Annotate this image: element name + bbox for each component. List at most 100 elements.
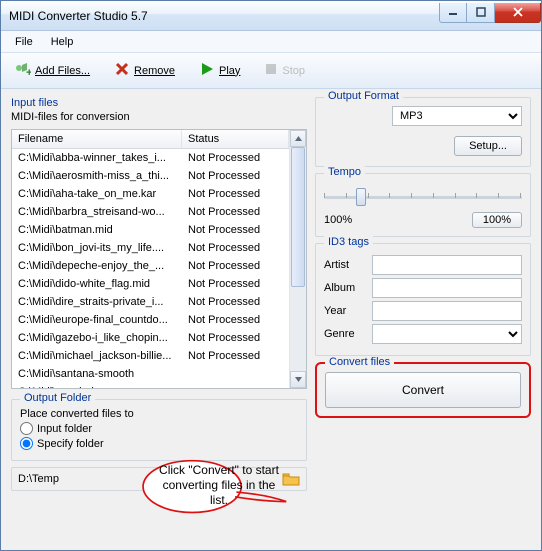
cell-filename: C:\Midi\aerosmith-miss_a_thi...	[12, 167, 182, 185]
cell-filename: C:\Midi\dire_straits-private_i...	[12, 293, 182, 311]
tempo-thumb[interactable]	[356, 188, 366, 206]
output-path: D:\Temp	[18, 473, 278, 485]
menubar: File Help	[1, 31, 541, 53]
cell-status: Not Processed	[182, 185, 289, 203]
play-button[interactable]: Play	[193, 58, 246, 83]
toolbar: + Add Files... Remove Play Stop	[1, 53, 541, 89]
cell-filename: C:\Midi\aha-take_on_me.kar	[12, 185, 182, 203]
radio-specify-folder[interactable]: Specify folder	[20, 437, 298, 450]
table-row[interactable]: C:\Midi\barbra_streisand-wo...Not Proces…	[12, 203, 289, 221]
table-row[interactable]: C:\Midi\michael_jackson-billie...Not Pro…	[12, 347, 289, 365]
scroll-thumb[interactable]	[291, 147, 305, 287]
cell-filename: C:\Midi\dido-white_flag.mid	[12, 275, 182, 293]
scroll-down-icon[interactable]	[290, 371, 306, 388]
menu-help[interactable]: Help	[43, 34, 82, 50]
table-row[interactable]: C:\Midi\europe-final_countdo...Not Proce…	[12, 311, 289, 329]
file-list[interactable]: Filename Status C:\Midi\abba-winner_take…	[11, 129, 307, 389]
album-field[interactable]	[372, 278, 522, 298]
convert-title: Convert files	[325, 356, 394, 368]
stop-label: Stop	[282, 65, 305, 77]
play-label: Play	[219, 65, 240, 77]
table-row[interactable]: C:\Midi\depeche-enjoy_the_...Not Process…	[12, 257, 289, 275]
tempo-reset-button[interactable]: 100%	[472, 212, 522, 228]
cell-status	[182, 383, 289, 388]
minimize-button[interactable]	[439, 3, 467, 23]
cell-status: Not Processed	[182, 293, 289, 311]
stop-button[interactable]: Stop	[258, 59, 311, 82]
convert-button[interactable]: Convert	[325, 372, 521, 408]
stop-icon	[264, 62, 278, 79]
remove-button[interactable]: Remove	[108, 58, 181, 83]
cell-status: Not Processed	[182, 221, 289, 239]
genre-select[interactable]	[372, 324, 522, 344]
col-status[interactable]: Status	[182, 130, 289, 148]
cell-filename: C:\Midi\barbra_streisand-wo...	[12, 203, 182, 221]
cell-filename: C:\Midi\santana-smooth	[12, 365, 182, 383]
cell-filename: C:\Midi\michael_jackson-billie...	[12, 347, 182, 365]
cell-status: Not Processed	[182, 257, 289, 275]
table-row[interactable]: C:\Midi\gazebo-i_like_chopin...Not Proce…	[12, 329, 289, 347]
remove-icon	[114, 61, 130, 80]
cell-status: Not Processed	[182, 239, 289, 257]
cell-filename: C:\Midi\gazebo-i_like_chopin...	[12, 329, 182, 347]
cell-status: Not Processed	[182, 311, 289, 329]
tempo-group: Tempo 100% 100%	[315, 173, 531, 237]
add-files-label: Add Files...	[35, 65, 90, 77]
cell-status: Not Processed	[182, 329, 289, 347]
play-icon	[199, 61, 215, 80]
cell-status	[182, 365, 289, 383]
place-converted-label: Place converted files to	[20, 408, 298, 420]
list-scrollbar[interactable]	[289, 130, 306, 388]
output-format-title: Output Format	[324, 90, 403, 102]
titlebar: MIDI Converter Studio 5.7	[1, 1, 541, 31]
convert-group: Convert files Convert	[315, 362, 531, 418]
cell-status: Not Processed	[182, 275, 289, 293]
cell-status: Not Processed	[182, 149, 289, 167]
browse-folder-button[interactable]	[282, 472, 300, 486]
tempo-slider[interactable]	[324, 186, 522, 208]
artist-label: Artist	[324, 259, 366, 271]
input-files-title: Input files	[11, 97, 307, 109]
tempo-value: 100%	[324, 214, 352, 226]
radio-input-folder[interactable]: Input folder	[20, 422, 298, 435]
table-row[interactable]: C:\Midi\aerosmith-miss_a_thi...Not Proce…	[12, 167, 289, 185]
scroll-up-icon[interactable]	[290, 130, 306, 147]
cell-filename: C:\Midi\abba-winner_takes_i...	[12, 149, 182, 167]
table-row[interactable]: C:\Midi\abba-winner_takes_i...Not Proces…	[12, 149, 289, 167]
cell-filename: C:\Midi\bon_jovi-its_my_life....	[12, 239, 182, 257]
col-filename[interactable]: Filename	[12, 130, 182, 148]
output-folder-title: Output Folder	[20, 392, 95, 404]
close-button[interactable]	[495, 3, 541, 23]
cell-filename: C:\Midi\europe-final_countdo...	[12, 311, 182, 329]
table-row[interactable]: C:\Midi\dido-white_flag.midNot Processed	[12, 275, 289, 293]
output-folder-group: Output Folder Place converted files to I…	[11, 399, 307, 461]
cell-filename: C:\Midi\sugababes-	[12, 383, 182, 388]
table-row[interactable]: C:\Midi\dire_straits-private_i...Not Pro…	[12, 293, 289, 311]
cell-status: Not Processed	[182, 203, 289, 221]
table-row[interactable]: C:\Midi\batman.midNot Processed	[12, 221, 289, 239]
add-files-icon: +	[13, 60, 31, 81]
input-files-subtitle: MIDI-files for conversion	[11, 111, 307, 123]
year-label: Year	[324, 305, 366, 317]
remove-label: Remove	[134, 65, 175, 77]
output-format-group: Output Format MP3 Setup...	[315, 97, 531, 167]
add-files-button[interactable]: + Add Files...	[7, 57, 96, 84]
setup-button[interactable]: Setup...	[454, 136, 522, 156]
maximize-button[interactable]	[467, 3, 495, 23]
table-row[interactable]: C:\Midi\bon_jovi-its_my_life....Not Proc…	[12, 239, 289, 257]
id3-title: ID3 tags	[324, 236, 373, 248]
table-row[interactable]: C:\Midi\aha-take_on_me.karNot Processed	[12, 185, 289, 203]
tempo-title: Tempo	[324, 166, 365, 178]
cell-filename: C:\Midi\depeche-enjoy_the_...	[12, 257, 182, 275]
year-field[interactable]	[372, 301, 522, 321]
cell-status: Not Processed	[182, 167, 289, 185]
album-label: Album	[324, 282, 366, 294]
artist-field[interactable]	[372, 255, 522, 275]
cell-filename: C:\Midi\batman.mid	[12, 221, 182, 239]
menu-file[interactable]: File	[7, 34, 41, 50]
genre-label: Genre	[324, 328, 366, 340]
table-row[interactable]: C:\Midi\santana-smooth	[12, 365, 289, 383]
output-path-row: D:\Temp	[11, 467, 307, 491]
format-select[interactable]: MP3	[392, 106, 522, 126]
table-row[interactable]: C:\Midi\sugababes-	[12, 383, 289, 388]
